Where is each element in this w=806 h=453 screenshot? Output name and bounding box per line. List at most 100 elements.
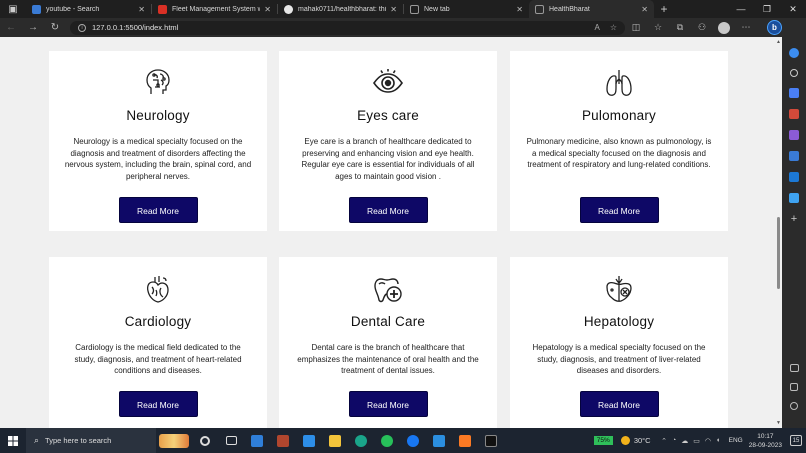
volume-icon[interactable]: ◖	[716, 437, 720, 444]
games-icon[interactable]	[789, 130, 799, 140]
facebook-icon[interactable]	[400, 428, 426, 453]
forward-icon[interactable]: →	[22, 22, 44, 33]
address-bar[interactable]: i 127.0.0.1:5500/index.html A ☆	[70, 20, 625, 35]
scroll-thumb[interactable]	[777, 217, 780, 289]
card-description: Hepatology is a medical specialty focuse…	[532, 343, 706, 376]
bing-sidebar-icon[interactable]	[789, 48, 799, 58]
xampp-icon[interactable]	[452, 428, 478, 453]
taskbar-search-box[interactable]: ⌕ Type here to search	[26, 428, 156, 453]
refresh-icon[interactable]: ↻	[44, 22, 66, 33]
read-more-button-neurology[interactable]: Read More	[118, 197, 198, 223]
battery-indicator[interactable]: 75%	[593, 436, 613, 445]
tab-youtube-search[interactable]: youtube - Search ✕	[26, 0, 151, 18]
add-sidebar-icon[interactable]: +	[789, 214, 799, 225]
microsoft-365-icon[interactable]	[789, 151, 799, 161]
photoshop-app-icon[interactable]	[270, 428, 296, 453]
close-icon[interactable]: ✕	[641, 5, 648, 14]
file-explorer-icon[interactable]	[322, 428, 348, 453]
settings-gear-icon[interactable]	[790, 402, 798, 410]
scroll-down-icon[interactable]: ▼	[776, 420, 781, 426]
chevron-up-icon[interactable]: ⌃	[661, 437, 667, 445]
close-window-icon[interactable]: ✕	[780, 4, 806, 15]
tab-github-healthbharat[interactable]: mahak0711/healthbharat: this is ✕	[278, 0, 403, 18]
read-more-button-hepatology[interactable]: Read More	[579, 391, 659, 417]
search-sidebar-icon[interactable]	[790, 69, 798, 77]
split-screen-icon[interactable]: ◫	[625, 22, 647, 33]
onedrive-icon[interactable]: ☁	[681, 437, 688, 445]
restore-icon[interactable]: ❐	[754, 4, 780, 15]
system-tray: 75% 30°C ⌃ ◔ ☁ ▭ ◠ ◖ ENG 10:17 28-09-202…	[593, 432, 806, 450]
whatsapp-icon[interactable]	[374, 428, 400, 453]
new-tab-button[interactable]: +	[654, 2, 674, 16]
close-icon[interactable]: ✕	[264, 5, 271, 14]
tab-actions-icon[interactable]: ▣	[0, 0, 26, 18]
vscode-icon[interactable]	[426, 428, 452, 453]
temperature: 30°C	[633, 436, 651, 445]
close-icon[interactable]: ✕	[390, 5, 397, 14]
card-title: Pulomonary	[581, 108, 657, 123]
edge-browser-icon[interactable]	[348, 428, 374, 453]
task-view-icon[interactable]	[218, 428, 244, 453]
search-highlight-icon[interactable]	[156, 428, 192, 453]
eye-icon	[373, 69, 403, 93]
language-indicator[interactable]: ENG	[729, 437, 743, 444]
tab-fleet-management[interactable]: Fleet Management System with ✕	[152, 0, 277, 18]
heart-icon	[147, 276, 169, 303]
mail-icon[interactable]	[244, 428, 270, 453]
close-icon[interactable]: ✕	[138, 5, 145, 14]
close-icon[interactable]: ✕	[516, 5, 523, 14]
search-icon: ⌕	[34, 435, 40, 445]
card-title: Hepatology	[583, 314, 655, 329]
tab-new-tab[interactable]: New tab ✕	[404, 0, 529, 18]
l-app-icon[interactable]	[296, 428, 322, 453]
favorite-star-icon[interactable]: ☆	[610, 23, 617, 32]
service-card-cardiology: Cardiology Cardiology is the medical fie…	[49, 257, 267, 428]
favorites-icon[interactable]: ☆	[647, 22, 669, 33]
bing-copilot-icon[interactable]: b	[767, 20, 782, 35]
read-more-button-pulomonary[interactable]: Read More	[579, 197, 659, 223]
sidebar-layout-icon[interactable]	[789, 364, 799, 372]
clock[interactable]: 10:17 28-09-2023	[749, 432, 782, 450]
profile-avatar[interactable]	[718, 21, 730, 34]
search-favicon-icon	[32, 4, 41, 14]
page-favicon-icon	[535, 4, 544, 14]
lungs-icon	[606, 70, 632, 96]
card-description: Eye care is a branch of healthcare dedic…	[301, 137, 475, 182]
service-card-neurology: Neurology Neurology is a medical special…	[49, 51, 267, 231]
shopping-tag-icon[interactable]	[789, 88, 799, 98]
card-title: Neurology	[126, 108, 190, 123]
edge-sidebar: +	[782, 37, 806, 428]
tab-healthbharat[interactable]: HealthBharat ✕	[529, 0, 654, 18]
outlook-icon[interactable]	[789, 172, 799, 182]
more-menu-icon[interactable]: ⋯	[735, 22, 757, 33]
page-scrollbar[interactable]: ▲ ▼	[775, 37, 782, 428]
service-card-eyes-care: Eyes care Eye care is a branch of health…	[279, 51, 497, 231]
read-more-button-eyes-care[interactable]: Read More	[348, 197, 428, 223]
sun-icon	[620, 436, 630, 445]
extensions-icon[interactable]: ⚇	[691, 22, 713, 33]
minimize-icon[interactable]: —	[728, 4, 754, 15]
wifi-icon[interactable]: ◠	[705, 437, 711, 445]
card-description: Cardiology is the medical field dedicate…	[74, 343, 242, 376]
weather-widget[interactable]: 30°C	[620, 436, 651, 445]
liver-icon	[606, 276, 632, 302]
read-aloud-icon[interactable]: A	[594, 23, 599, 32]
network-icon[interactable]: ◔	[672, 437, 676, 444]
read-more-button-cardiology[interactable]: Read More	[118, 391, 198, 417]
read-more-button-dental-care[interactable]: Read More	[348, 391, 428, 417]
drop-icon[interactable]	[789, 193, 799, 203]
service-card-hepatology: Hepatology Hepatology is a medical speci…	[510, 257, 728, 428]
youtube-favicon-icon	[158, 4, 167, 14]
terminal-icon[interactable]	[478, 428, 504, 453]
back-icon[interactable]: ←	[0, 22, 22, 33]
display-icon[interactable]: ▭	[693, 437, 700, 445]
notification-count[interactable]: 15	[790, 435, 802, 446]
tools-icon[interactable]	[789, 109, 799, 119]
external-link-icon[interactable]	[790, 383, 798, 391]
collections-icon[interactable]: ⧉	[669, 22, 691, 33]
windows-start-icon[interactable]	[0, 435, 26, 446]
scroll-up-icon[interactable]: ▲	[776, 39, 781, 45]
github-favicon-icon	[284, 4, 293, 14]
cortana-icon[interactable]	[192, 428, 218, 453]
info-icon[interactable]: i	[78, 23, 86, 32]
